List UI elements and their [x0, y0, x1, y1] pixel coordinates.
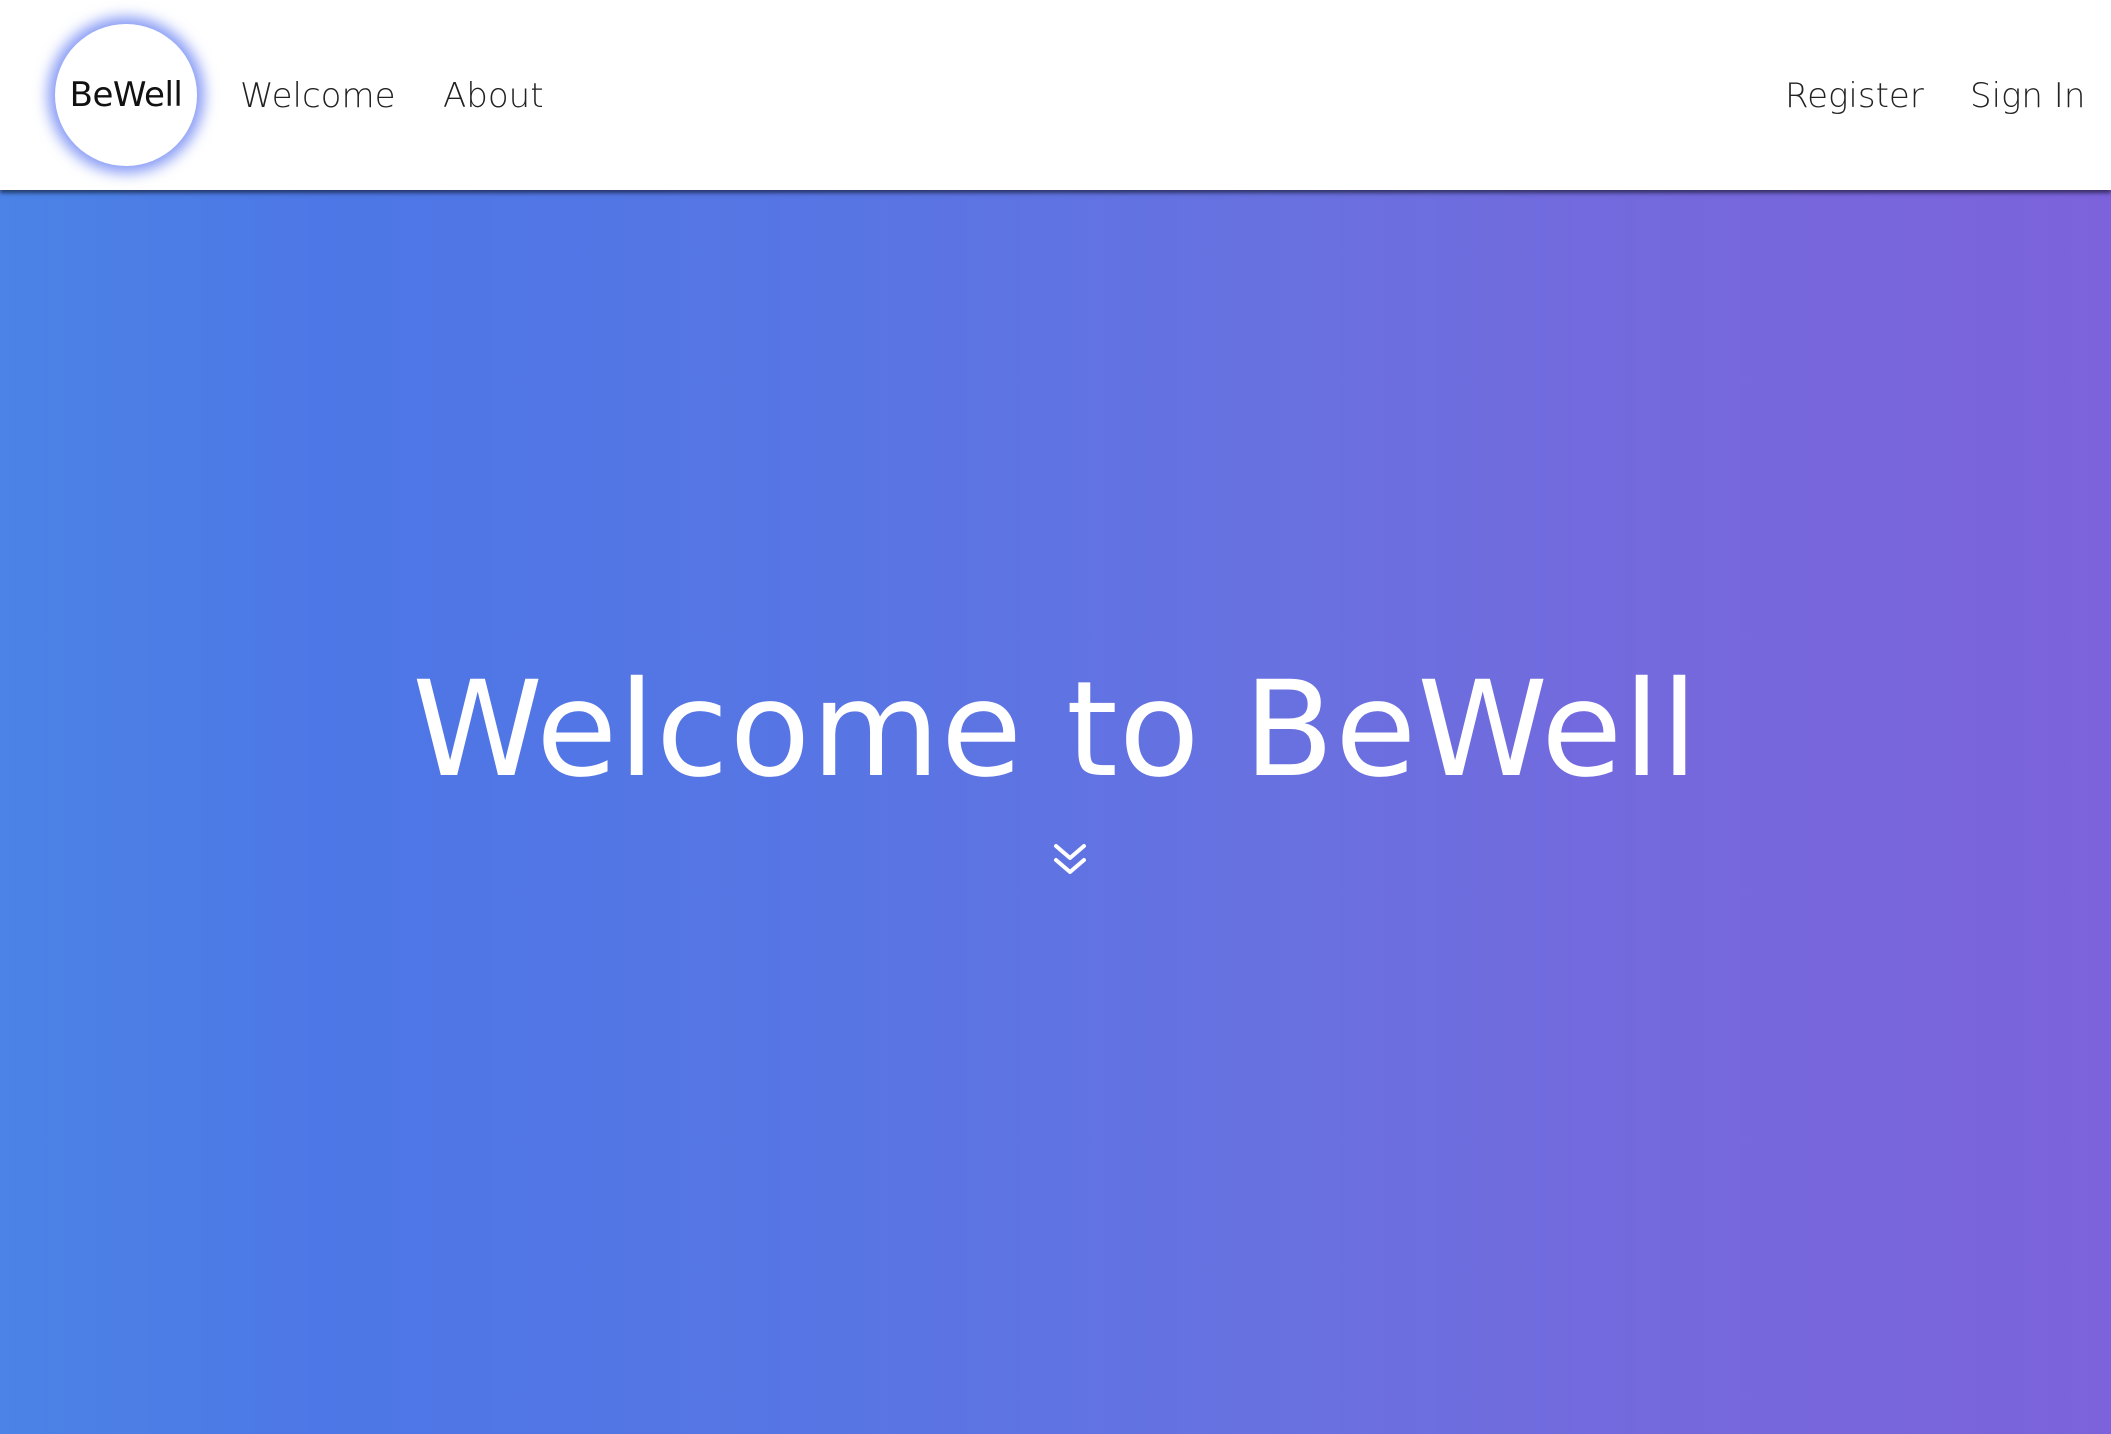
logo-text: BeWell	[69, 75, 183, 115]
double-chevron-down-svg	[1054, 844, 1086, 874]
hero-title: Welcome to BeWell	[412, 653, 1699, 807]
navbar: BeWell Welcome About Register Sign In	[0, 0, 2111, 190]
nav-link-register[interactable]: Register	[1785, 72, 1924, 120]
logo-button[interactable]: BeWell	[55, 24, 197, 166]
nav-link-sign-in[interactable]: Sign In	[1970, 72, 2085, 120]
nav-link-welcome[interactable]: Welcome	[240, 72, 396, 120]
hero-section: Welcome to BeWell	[0, 190, 2111, 1434]
double-chevron-down-icon[interactable]	[1052, 842, 1088, 882]
nav-link-about[interactable]: About	[443, 72, 544, 120]
